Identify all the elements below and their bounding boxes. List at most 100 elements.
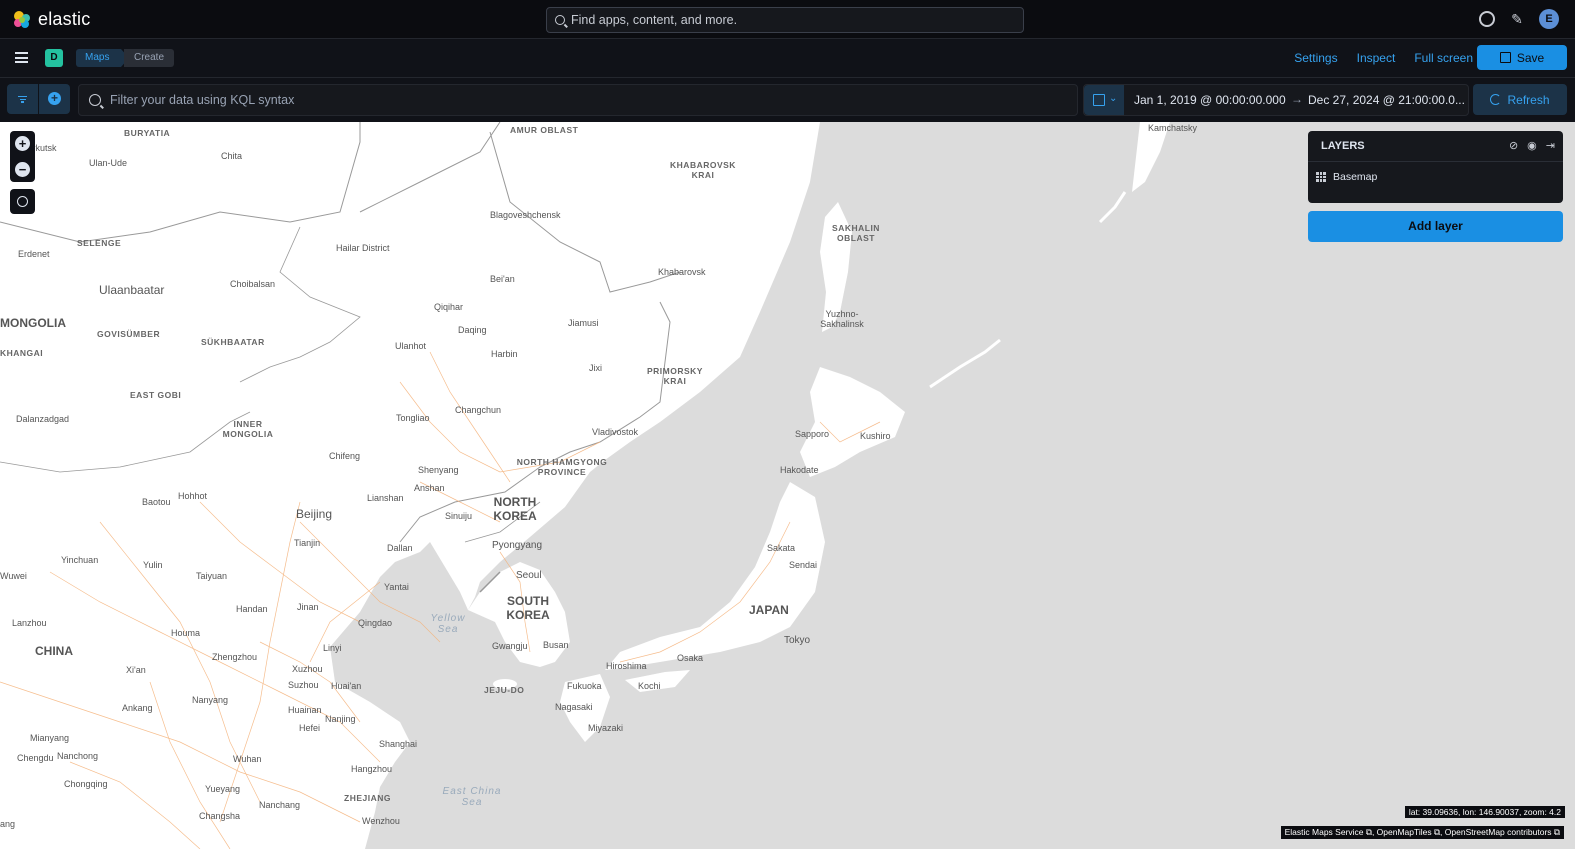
eye-icon[interactable]: ◉: [1527, 139, 1537, 152]
map-label: Hiroshima: [606, 661, 647, 671]
brand-name: elastic: [38, 9, 91, 29]
map-label: KHABAROVSK KRAI: [670, 160, 736, 180]
map-label: Nanchang: [259, 800, 301, 810]
breadcrumb-create: Create: [124, 49, 175, 67]
map-label: Lanzhou: [12, 618, 47, 628]
map-label: Vladivostok: [592, 427, 639, 437]
save-button[interactable]: Save: [1477, 45, 1567, 70]
map-label: Xuzhou: [292, 664, 323, 674]
map-label: Ankang: [122, 703, 153, 713]
map-label: Sapporo: [795, 429, 830, 439]
map-label: Qiqihar: [434, 302, 464, 312]
map-label: Taiyuan: [196, 571, 228, 581]
map-label: Hailar District: [336, 243, 390, 253]
crosshair-icon: [17, 196, 28, 207]
map-label: Hakodate: [780, 465, 819, 475]
calendar-icon: [1093, 94, 1105, 106]
map-label: Xi'an: [126, 665, 146, 675]
plus-icon: +: [48, 92, 61, 105]
map-label: Tianjin: [294, 538, 321, 548]
divider: [1308, 161, 1563, 162]
map-label: Ulan-Ude: [89, 158, 128, 168]
map-label: KHANGAI: [0, 348, 44, 358]
layer-label: Basemap: [1333, 171, 1378, 183]
map-label: CHINA: [35, 644, 73, 658]
map-label: Chongqing: [64, 779, 108, 789]
map-label: Mianyang: [30, 733, 70, 743]
map-label: Jiamusi: [568, 318, 599, 328]
grid-icon: [1316, 172, 1326, 182]
map-label: PRIMORSKY KRAI: [647, 366, 703, 386]
map-label: MONGOLIA: [0, 316, 66, 330]
arrow-right-icon: →: [1291, 92, 1303, 106]
global-search-input[interactable]: Find apps, content, and more.: [546, 7, 1024, 33]
layer-item-basemap[interactable]: Basemap: [1316, 166, 1555, 188]
attribution[interactable]: Elastic Maps Service ⧉, OpenMapTiles ⧉, …: [1280, 826, 1564, 839]
map-label: SELENGE: [77, 238, 122, 248]
date-end[interactable]: Dec 27, 2024 @ 21:00:00.0...: [1308, 93, 1465, 107]
help-icon[interactable]: [1479, 11, 1495, 27]
date-start[interactable]: Jan 1, 2019 @ 00:00:00.000: [1134, 93, 1286, 107]
set-view-button[interactable]: [10, 189, 35, 214]
map-label: Hangzhou: [351, 764, 393, 774]
hide-all-layers-icon[interactable]: ⊘: [1509, 139, 1518, 152]
inspect-link[interactable]: Inspect: [1357, 51, 1396, 65]
refresh-button[interactable]: Refresh: [1473, 84, 1567, 115]
map-label: Changchun: [455, 405, 502, 415]
map-label: Nanjing: [325, 714, 356, 724]
zoom-in-button[interactable]: +: [15, 136, 30, 151]
map-label: Huai'an: [331, 681, 362, 691]
map-label: Baotou: [142, 497, 171, 507]
search-placeholder: Find apps, content, and more.: [571, 13, 738, 27]
map-label: Yellow Sea: [430, 613, 466, 635]
map-label: Daqing: [458, 325, 487, 335]
query-bar: + Filter your data using KQL syntax ⌄ Ja…: [0, 78, 1575, 122]
map-label: Handan: [236, 604, 268, 614]
map-label: ZHEJIANG: [344, 793, 391, 803]
map-label: Wuwei: [0, 571, 27, 581]
breadcrumb-maps[interactable]: Maps: [76, 49, 130, 67]
map-label: Osaka: [677, 653, 704, 663]
avatar[interactable]: E: [1539, 9, 1559, 29]
layers-title: LAYERS: [1321, 140, 1365, 152]
elastic-logo[interactable]: elastic: [12, 9, 90, 30]
space-avatar[interactable]: D: [45, 49, 63, 67]
collapse-panel-icon[interactable]: ⇥: [1546, 139, 1555, 152]
map-label: Yueyang: [205, 784, 241, 794]
kql-query-input[interactable]: Filter your data using KQL syntax: [78, 84, 1078, 116]
full-screen-link[interactable]: Full screen: [1414, 51, 1473, 65]
filter-menu-button[interactable]: [7, 84, 38, 114]
map-label: Chengdu: [17, 753, 54, 763]
map-label: Yantai: [384, 582, 409, 592]
add-filter-button[interactable]: +: [39, 84, 70, 114]
app-menu: Settings Inspect Full screen: [1294, 51, 1473, 65]
zoom-out-button[interactable]: −: [15, 162, 30, 177]
map-label: Hefei: [299, 723, 321, 733]
map-label: Houma: [171, 628, 201, 638]
map-label: Tongliao: [396, 413, 430, 423]
map-label: SAKHALIN OBLAST: [832, 223, 880, 243]
add-layer-button[interactable]: Add layer: [1308, 211, 1563, 242]
map-label: Jinan: [297, 602, 319, 612]
menu-icon[interactable]: [15, 52, 28, 63]
map-label: SOUTH KOREA: [506, 594, 550, 622]
quick-menu-button[interactable]: ⌄: [1084, 85, 1124, 115]
map-label: Shanghai: [379, 739, 418, 749]
map-label: Ulaanbaatar: [99, 283, 165, 297]
save-label: Save: [1516, 50, 1545, 65]
map-label: GOVISÜMBER: [97, 329, 161, 339]
newsfeed-icon[interactable]: ✎: [1509, 11, 1525, 27]
map-canvas[interactable]: BURYATIA AMUR OBLAST Kamchatsky Irkutsk …: [0, 122, 1575, 849]
map-label: Sakata: [767, 543, 796, 553]
layers-actions: ⊘ ◉ ⇥: [1509, 139, 1555, 152]
map-label: ang: [0, 819, 16, 829]
settings-link[interactable]: Settings: [1294, 51, 1337, 65]
layer-control-panel: LAYERS ⊘ ◉ ⇥ Basemap: [1308, 131, 1563, 203]
refresh-label: Refresh: [1507, 92, 1550, 107]
search-icon: [89, 94, 101, 106]
map-label: INNER MONGOLIA: [222, 419, 274, 439]
kql-placeholder: Filter your data using KQL syntax: [110, 93, 295, 107]
map-label: Wuhan: [233, 754, 262, 764]
map-label: Bei'an: [490, 274, 515, 284]
map-label: Lianshan: [367, 493, 404, 503]
